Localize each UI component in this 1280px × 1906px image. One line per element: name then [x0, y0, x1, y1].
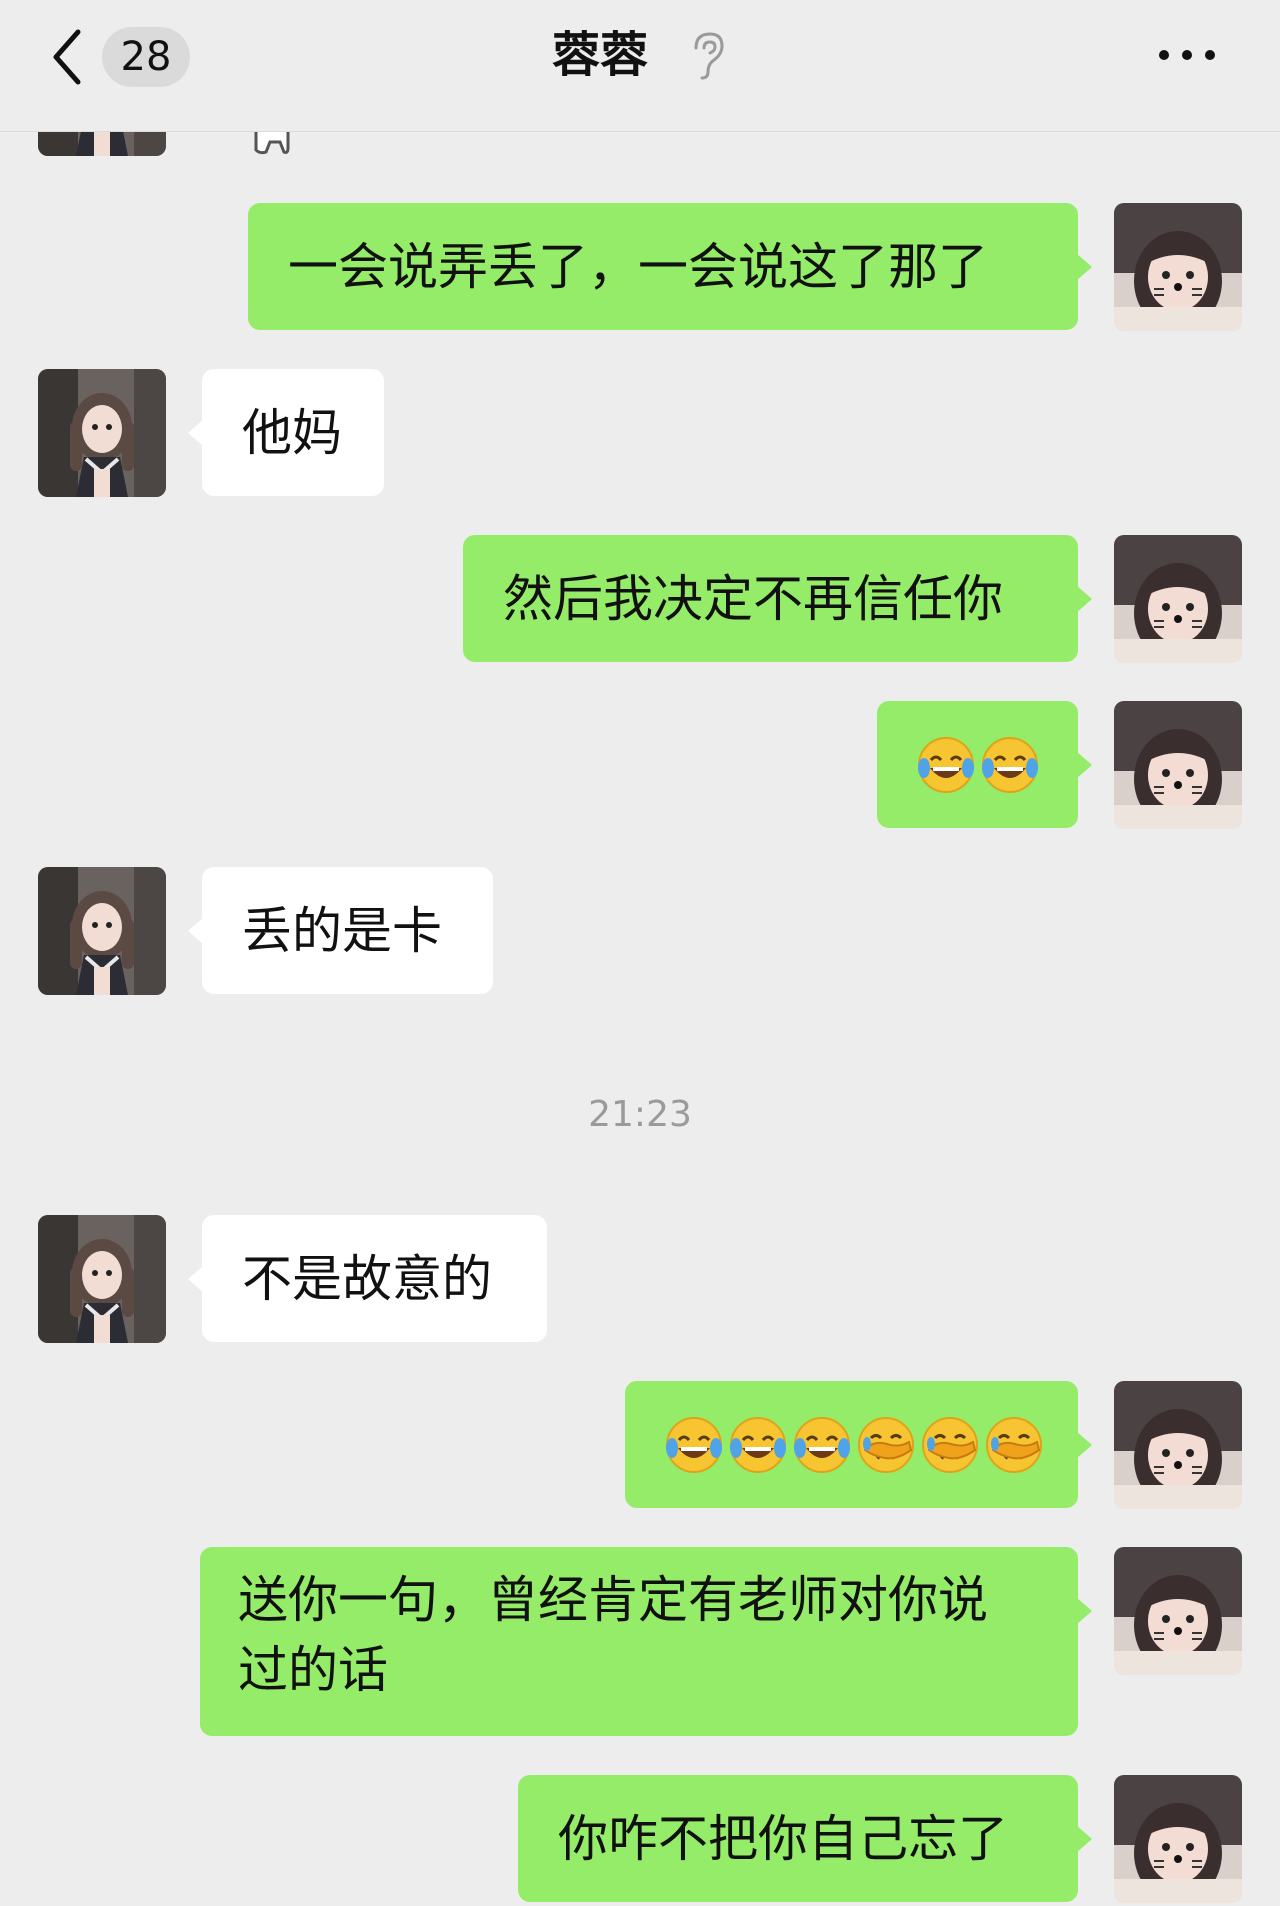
sent-message-bubble[interactable]: [877, 701, 1092, 828]
self-avatar[interactable]: [1114, 203, 1242, 331]
sent-message-bubble[interactable]: 然后我决定不再信任你: [463, 535, 1092, 662]
chat-title: 蓉蓉: [551, 27, 648, 83]
peer-avatar[interactable]: [38, 1215, 166, 1343]
received-message-bubble[interactable]: 不是故意的: [188, 1215, 547, 1342]
message-text-line: 送你一句，曾经肯定有老师对你说: [238, 1571, 988, 1629]
self-avatar[interactable]: [1114, 1381, 1242, 1509]
facepalm-emoji: [983, 1414, 1045, 1476]
received-message-bubble[interactable]: 丢的是卡: [188, 867, 493, 994]
message-text: 你咋不把你自己忘了: [558, 1809, 1008, 1868]
sent-message-bubble[interactable]: 送你一句，曾经肯定有老师对你说 过的话: [200, 1547, 1092, 1736]
peer-avatar[interactable]: [38, 369, 166, 497]
tears-of-joy-emoji: [979, 734, 1041, 796]
tears-of-joy-emoji: [663, 1414, 725, 1476]
sent-message-bubble[interactable]: 一会说弄丢了，一会说这了那了: [248, 203, 1092, 330]
facepalm-emoji: [919, 1414, 981, 1476]
sent-message-bubble[interactable]: [625, 1381, 1092, 1508]
earpiece-mode-icon: [694, 32, 724, 80]
tears-of-joy-emoji: [915, 734, 977, 796]
message-text: 丢的是卡: [242, 901, 442, 960]
self-avatar[interactable]: [1114, 535, 1242, 663]
self-avatar[interactable]: [1114, 1547, 1242, 1675]
message-text: 一会说弄丢了，一会说这了那了: [288, 237, 988, 296]
self-avatar[interactable]: [1114, 1775, 1242, 1903]
sent-message-bubble[interactable]: 你咋不把你自己忘了: [518, 1775, 1092, 1902]
received-message-bubble[interactable]: 他妈: [188, 369, 384, 496]
message-text: 他妈: [242, 403, 342, 462]
self-avatar[interactable]: [1114, 701, 1242, 829]
message-timestamp: 21:23: [588, 1094, 692, 1135]
peer-avatar[interactable]: [38, 867, 166, 995]
tears-of-joy-emoji: [727, 1414, 789, 1476]
facepalm-emoji: [855, 1414, 917, 1476]
more-options-icon[interactable]: [1156, 40, 1218, 70]
tears-of-joy-emoji: [791, 1414, 853, 1476]
message-text: 然后我决定不再信任你: [503, 569, 1003, 628]
message-text: 不是故意的: [242, 1249, 492, 1308]
message-text-line: 过的话: [238, 1641, 388, 1699]
chat-header: 28 蓉蓉: [0, 0, 1280, 132]
